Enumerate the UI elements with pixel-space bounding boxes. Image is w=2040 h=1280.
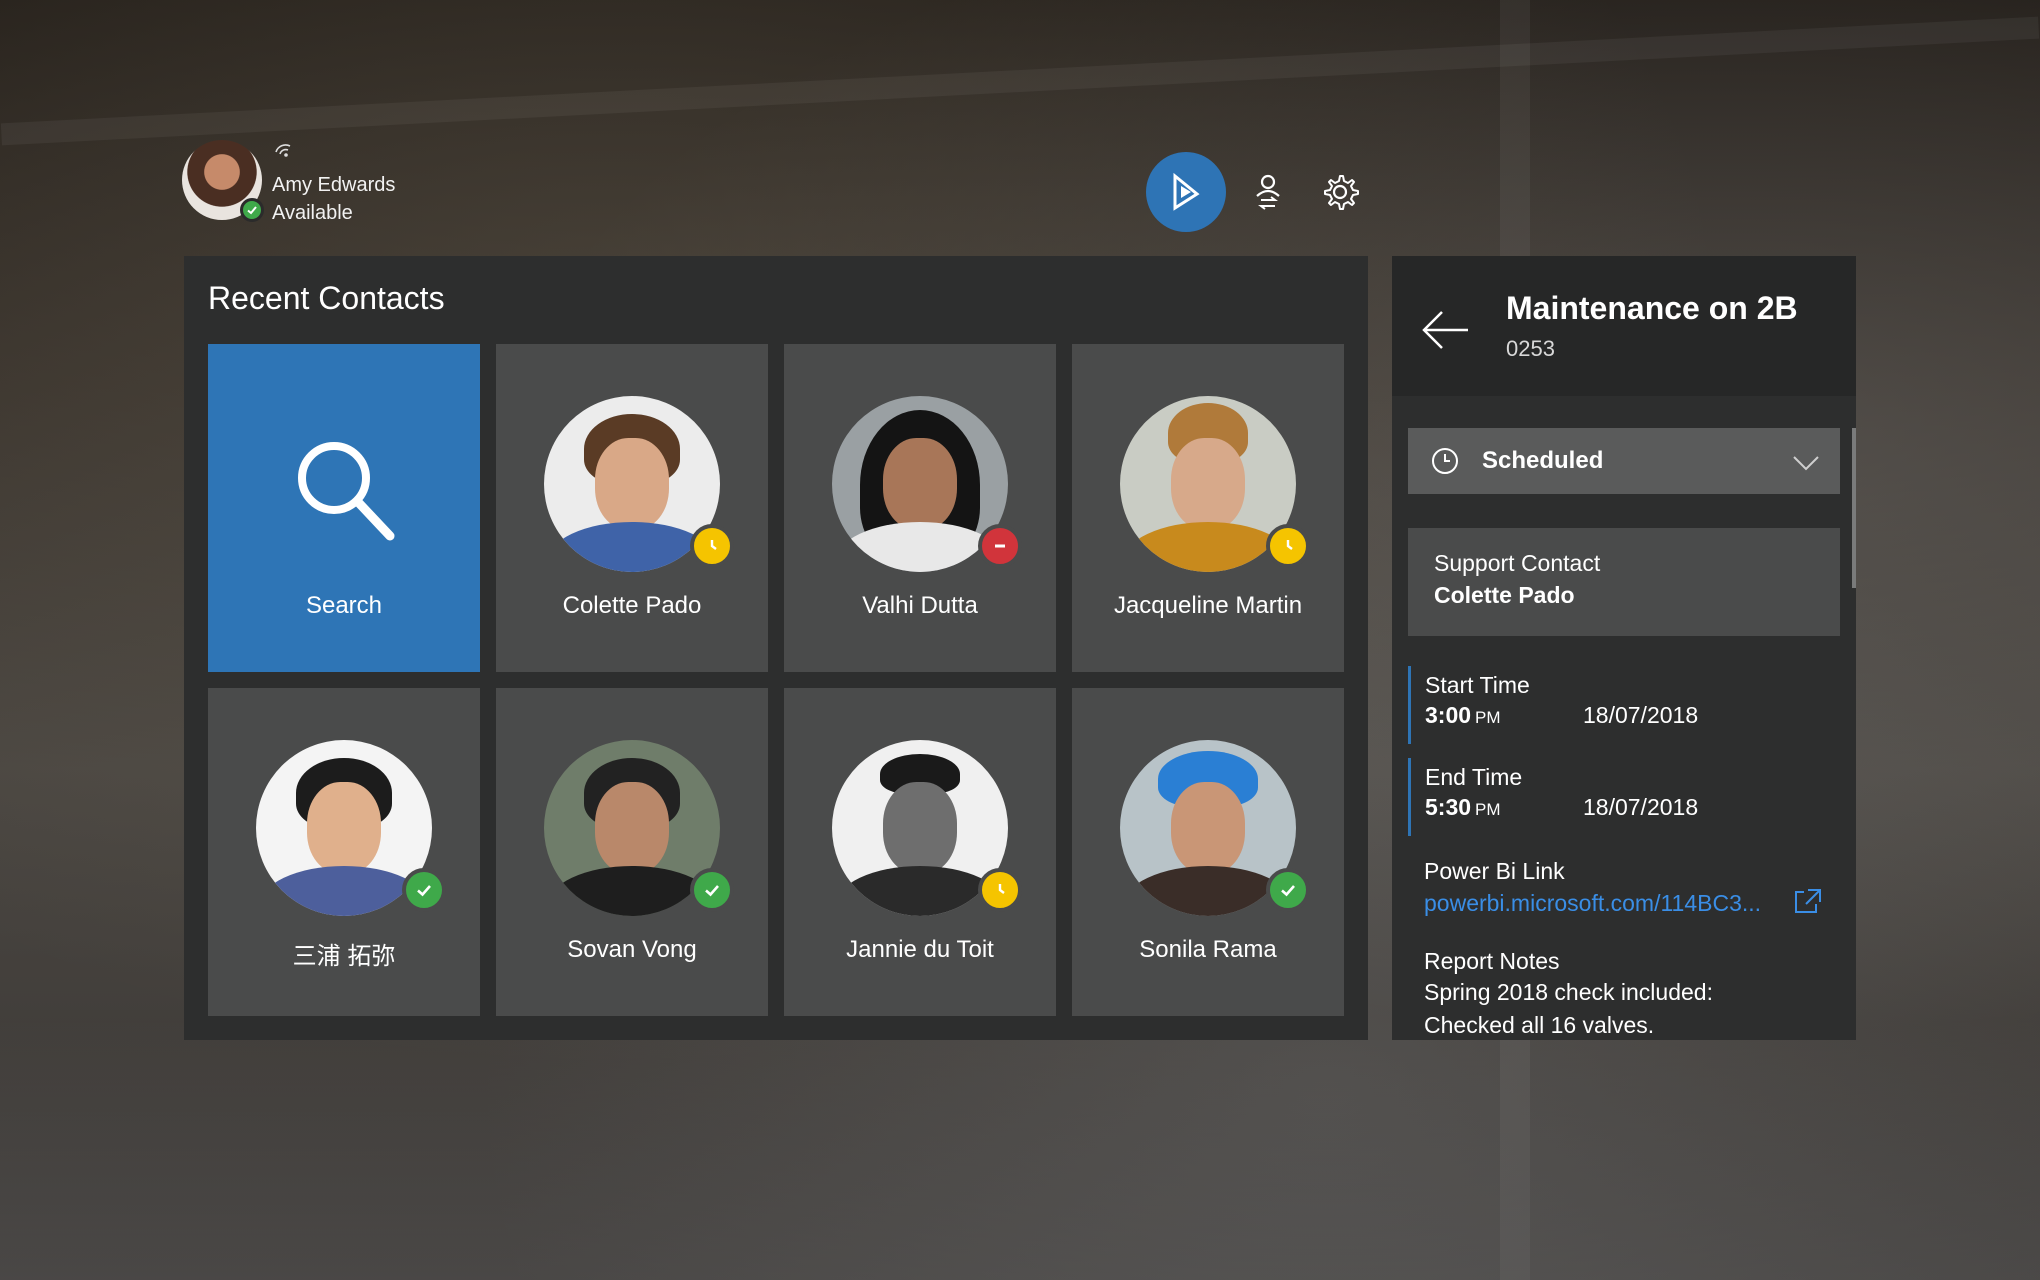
contact-name: Jannie du Toit (846, 936, 994, 963)
report-notes-line: Spring 2018 check included: (1424, 979, 1713, 1005)
start-time-block: Start Time 3:00 PM 18/07/2018 (1408, 666, 1851, 744)
avatar (182, 139, 264, 222)
user-profile[interactable]: Amy Edwards Available (182, 132, 395, 227)
detail-title: Maintenance on 2B (1506, 290, 1798, 326)
status-dropdown[interactable]: Scheduled (1408, 428, 1840, 494)
background-floor (0, 1020, 2040, 1280)
gear-icon (1324, 175, 1359, 210)
detail-id: 0253 (1506, 336, 1555, 361)
contact-name: Valhi Dutta (862, 592, 978, 619)
contact-tile-valhi[interactable]: Valhi Dutta (784, 344, 1056, 672)
recent-contacts-panel: Recent Contacts Search Colette Pado Valh… (184, 256, 1368, 1040)
switch-user-button[interactable] (1238, 162, 1298, 222)
contact-name: Colette Pado (562, 592, 702, 619)
clock-icon (1432, 448, 1458, 474)
dynamics-logo-icon (1173, 172, 1200, 211)
end-time-block: End Time 5:30 PM 18/07/2018 (1408, 758, 1851, 836)
wifi-icon (275, 144, 291, 157)
end-time-label: End Time (1425, 764, 1523, 790)
search-label: Search (305, 592, 383, 619)
scrollbar[interactable] (1852, 428, 1856, 588)
contacts-grid: Search Colette Pado Valhi Dutta Jacqueli… (208, 344, 1344, 1016)
available-status-icon (240, 197, 264, 222)
start-time-label: Start Time (1425, 672, 1530, 698)
support-contact-label: Support Contact (1434, 550, 1601, 576)
contact-tile-jacqueline[interactable]: Jacqueline Martin (1072, 344, 1344, 672)
user-switch-icon (1256, 174, 1280, 210)
contact-tile-sovan[interactable]: Sovan Vong (496, 688, 768, 1016)
search-tile[interactable]: Search (208, 344, 480, 672)
back-arrow-icon[interactable] (1420, 304, 1472, 356)
away-status-icon (690, 524, 734, 568)
available-status-icon (1266, 868, 1310, 912)
detail-header: Maintenance on 2B 0253 (1392, 256, 1856, 396)
contact-tile-jannie[interactable]: Jannie du Toit (784, 688, 1056, 1016)
dynamics-button[interactable] (1146, 152, 1226, 232)
end-date-value: 18/07/2018 (1583, 794, 1699, 820)
work-order-detail-panel: Maintenance on 2B 0253 Scheduled Support… (1392, 256, 1856, 1040)
settings-button[interactable] (1310, 162, 1370, 222)
start-date-value: 18/07/2018 (1583, 702, 1699, 728)
contact-name: Sonila Rama (1139, 936, 1277, 963)
contact-tile-sonila[interactable]: Sonila Rama (1072, 688, 1344, 1016)
end-time-value: 5:30 PM (1425, 794, 1501, 820)
contact-name: 三浦 拓弥 (292, 943, 396, 970)
top-toolbar (1146, 152, 1370, 232)
support-contact-card[interactable]: Support Contact Colette Pado (1408, 528, 1840, 636)
contact-name: Jacqueline Martin (1113, 592, 1303, 619)
user-status-text: Available (272, 202, 353, 224)
contact-tile-colette[interactable]: Colette Pado (496, 344, 768, 672)
start-time-value: 3:00 PM (1425, 702, 1501, 728)
search-icon (298, 442, 395, 541)
away-status-icon (1266, 524, 1310, 568)
support-contact-value: Colette Pado (1434, 582, 1575, 608)
busy-status-icon (978, 524, 1022, 568)
external-link-icon[interactable] (1792, 886, 1822, 916)
power-bi-link[interactable]: powerbi.microsoft.com/114BC3... (1424, 890, 1761, 917)
status-value: Scheduled (1482, 447, 1604, 474)
contact-tile-miura[interactable]: 三浦 拓弥 (208, 688, 480, 1016)
available-status-icon (690, 868, 734, 912)
power-bi-label: Power Bi Link (1424, 858, 1565, 884)
contact-name: Sovan Vong (567, 936, 697, 963)
background-beam (0, 16, 2040, 146)
panel-title: Recent Contacts (208, 280, 445, 316)
report-notes-label: Report Notes (1424, 948, 1560, 974)
available-status-icon (402, 868, 446, 912)
user-name: Amy Edwards (272, 174, 396, 196)
report-notes-line: Checked all 16 valves. (1424, 1012, 1655, 1038)
away-status-icon (978, 868, 1022, 912)
chevron-down-icon (1793, 456, 1819, 471)
